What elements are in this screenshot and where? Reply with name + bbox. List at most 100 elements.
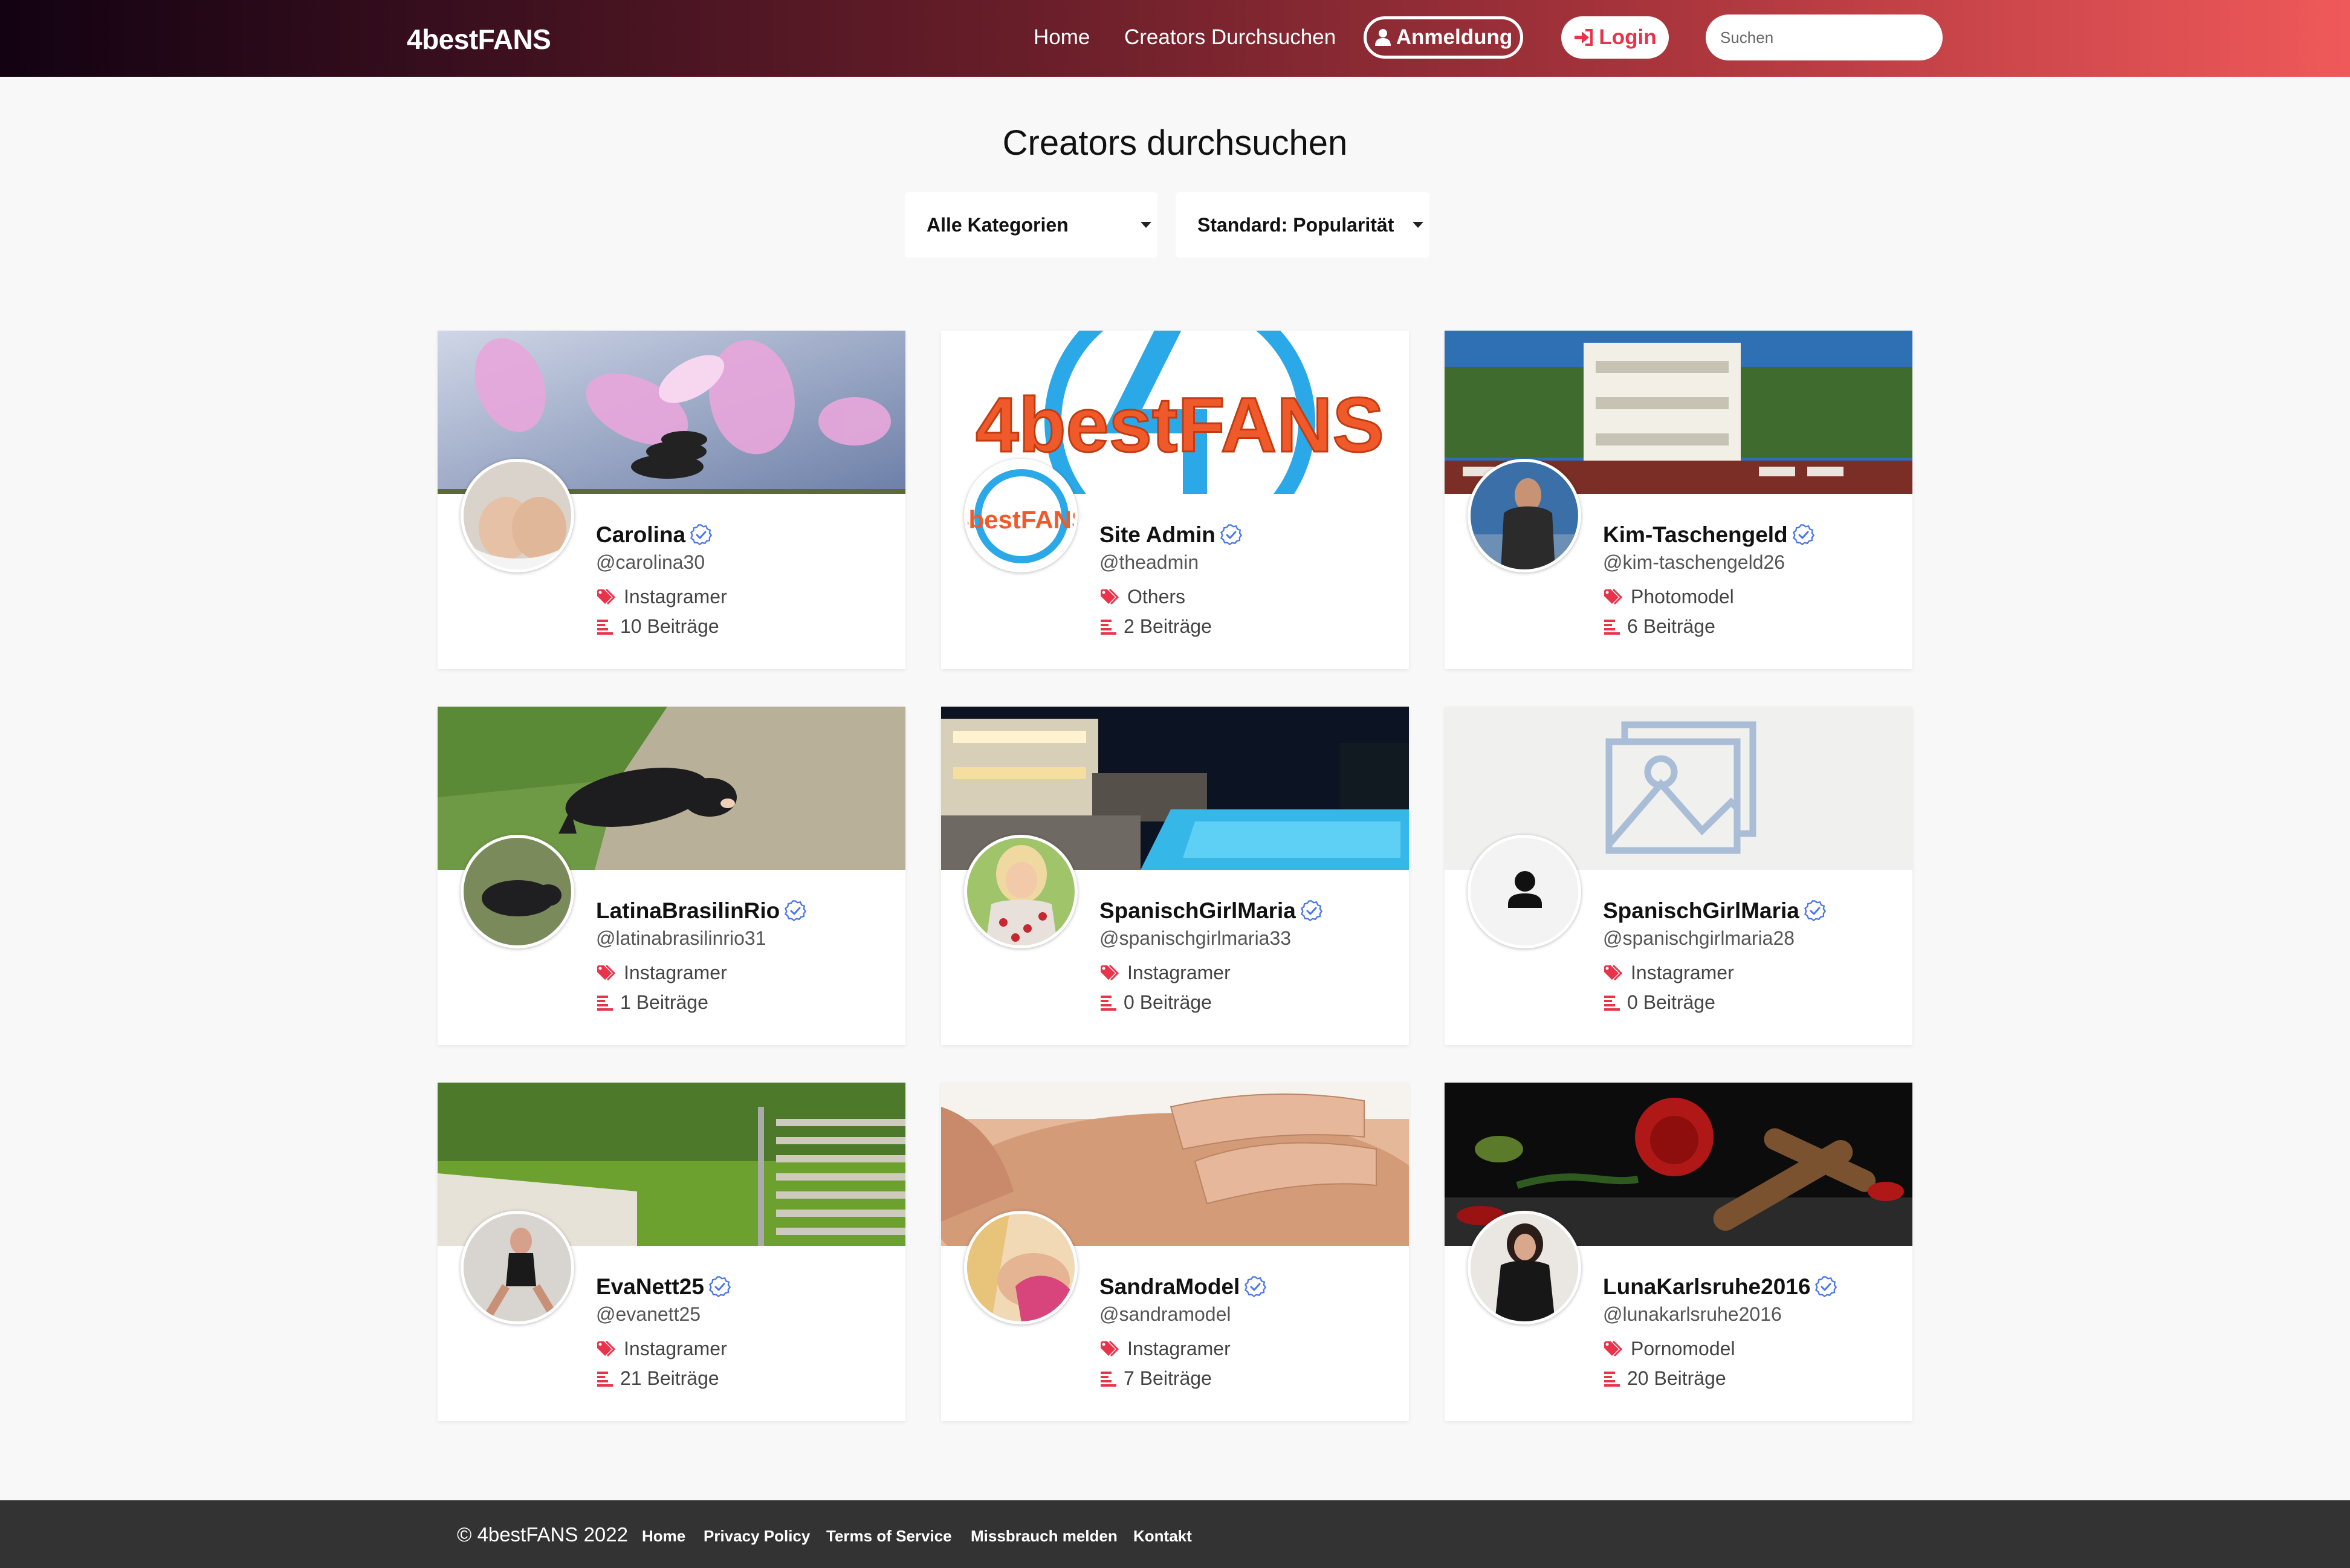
creator-name[interactable]: Site Admin (1099, 522, 1242, 548)
nav-link-browse-creators[interactable]: Creators Durchsuchen (1124, 25, 1336, 50)
verified-badge-icon (1793, 524, 1814, 546)
creator-handle: @evanett25 (596, 1303, 701, 1325)
creator-avatar[interactable] (964, 1211, 1078, 1324)
chevron-down-icon (1413, 222, 1423, 228)
creator-avatar[interactable] (1468, 1211, 1581, 1324)
creator-card[interactable]: EvaNett25 @evanett25 Instagramer 21 Beit… (438, 1083, 905, 1421)
footer-link-terms[interactable]: Terms of Service (826, 1527, 952, 1546)
creator-avatar[interactable] (1468, 835, 1581, 948)
creator-category: Pornomodel (1603, 1338, 1735, 1360)
creator-post-count: 6 Beiträge (1603, 615, 1715, 638)
creator-name[interactable]: SpanischGirlMaria (1099, 898, 1322, 924)
creator-category: Others (1099, 586, 1185, 608)
svg-text:4bestFANS: 4bestFANS (976, 382, 1384, 468)
tag-icon (596, 964, 618, 982)
creator-avatar[interactable] (461, 459, 574, 572)
creator-category-text: Instagramer (1127, 962, 1231, 983)
creator-post-count-text: 6 Beiträge (1627, 615, 1715, 637)
verified-badge-icon (1815, 1276, 1837, 1298)
creator-avatar[interactable] (461, 1211, 574, 1324)
tag-icon (596, 1340, 618, 1358)
creator-category-text: Instagramer (624, 1338, 727, 1359)
footer-link-contact[interactable]: Kontakt (1133, 1527, 1192, 1546)
creator-card[interactable]: SpanischGirlMaria @spanischgirlmaria33 I… (941, 707, 1409, 1045)
creator-name[interactable]: EvaNett25 (596, 1274, 731, 1300)
creator-category: Instagramer (596, 586, 727, 608)
creator-post-count-text: 21 Beiträge (620, 1367, 719, 1389)
footer-link-privacy-policy[interactable]: Privacy Policy (704, 1527, 810, 1546)
creator-name-text: EvaNett25 (596, 1274, 704, 1299)
creator-name[interactable]: Carolina (596, 522, 712, 548)
creator-category-text: Instagramer (624, 962, 727, 983)
creator-avatar[interactable]: 4bestFANS (964, 459, 1078, 572)
creator-post-count: 21 Beiträge (596, 1367, 719, 1390)
footer-link-report-abuse[interactable]: Missbrauch melden (971, 1527, 1118, 1546)
list-icon (1099, 994, 1118, 1012)
verified-badge-icon (1220, 524, 1242, 546)
signup-button[interactable]: Anmeldung (1364, 16, 1523, 59)
tag-icon (1099, 964, 1121, 982)
creator-card[interactable]: LatinaBrasilinRio @latinabrasilinrio31 I… (438, 707, 905, 1045)
creator-post-count-text: 2 Beiträge (1124, 615, 1212, 637)
creator-category-text: Instagramer (1127, 1338, 1231, 1359)
creator-card[interactable]: Carolina @carolina30 Instagramer 10 Beit… (438, 331, 905, 669)
brand-logo[interactable]: 4bestFANS (407, 23, 551, 56)
list-icon (596, 994, 614, 1012)
user-icon (1374, 29, 1391, 46)
list-icon (596, 618, 614, 636)
creator-name[interactable]: LunaKarlsruhe2016 (1603, 1274, 1837, 1300)
creator-category: Instagramer (1603, 962, 1734, 984)
creator-name[interactable]: SandraModel (1099, 1274, 1266, 1300)
creator-category-text: Photomodel (1631, 586, 1734, 607)
creator-card[interactable]: SandraModel @sandramodel Instagramer 7 B… (941, 1083, 1409, 1421)
verified-badge-icon (1301, 900, 1322, 922)
sign-in-icon (1575, 29, 1593, 46)
creator-category-text: Instagramer (1631, 962, 1734, 983)
category-select-value: Alle Kategorien (927, 213, 1069, 236)
creator-post-count: 0 Beiträge (1099, 991, 1212, 1014)
creator-post-count: 20 Beiträge (1603, 1367, 1726, 1390)
creator-category: Instagramer (1099, 962, 1231, 984)
search-input[interactable] (1706, 15, 1943, 60)
creator-post-count: 10 Beiträge (596, 615, 719, 638)
creator-card[interactable]: Kim-Taschengeld @kim-taschengeld26 Photo… (1445, 331, 1912, 669)
creator-card[interactable]: LunaKarlsruhe2016 @lunakarlsruhe2016 Por… (1445, 1083, 1912, 1421)
creator-handle: @kim-taschengeld26 (1603, 551, 1785, 573)
creator-category: Instagramer (1099, 1338, 1231, 1360)
creator-avatar[interactable] (1468, 459, 1581, 572)
list-icon (596, 1370, 614, 1388)
creator-category: Photomodel (1603, 586, 1734, 608)
creator-avatar[interactable] (461, 835, 574, 948)
creator-handle: @spanischgirlmaria28 (1603, 927, 1795, 949)
tag-icon (1099, 588, 1121, 606)
creator-name[interactable]: SpanischGirlMaria (1603, 898, 1826, 924)
creator-handle: @carolina30 (596, 551, 705, 573)
creator-avatar[interactable] (964, 835, 1078, 948)
creator-name[interactable]: Kim-Taschengeld (1603, 522, 1814, 548)
creator-post-count: 7 Beiträge (1099, 1367, 1212, 1390)
creator-name[interactable]: LatinaBrasilinRio (596, 898, 806, 924)
creator-post-count-text: 1 Beiträge (620, 991, 708, 1013)
creator-card[interactable]: SpanischGirlMaria @spanischgirlmaria28 I… (1445, 707, 1912, 1045)
verified-badge-icon (1245, 1276, 1266, 1298)
top-navbar: 4bestFANS Home Creators Durchsuchen Anme… (0, 0, 2350, 77)
svg-text:4bestFANS: 4bestFANS (967, 505, 1076, 534)
creator-name-text: Kim-Taschengeld (1603, 522, 1788, 547)
login-button[interactable]: Login (1561, 16, 1669, 59)
creator-name-text: SpanischGirlMaria (1603, 898, 1799, 923)
creator-handle: @latinabrasilinrio31 (596, 927, 766, 949)
creator-handle: @spanischgirlmaria33 (1099, 927, 1292, 949)
nav-link-home[interactable]: Home (1034, 25, 1090, 50)
page-title: Creators durchsuchen (1002, 123, 1348, 163)
creator-post-count-text: 20 Beiträge (1627, 1367, 1726, 1389)
creator-handle: @lunakarlsruhe2016 (1603, 1303, 1782, 1325)
sort-select[interactable]: Standard: Popularität (1176, 192, 1429, 258)
creator-name-text: Carolina (596, 522, 686, 547)
list-icon (1099, 618, 1118, 636)
creator-card[interactable]: 4bestFANS 4bestFANS Site Admin @theadmin… (941, 331, 1409, 669)
list-icon (1603, 618, 1621, 636)
creator-category-text: Pornomodel (1631, 1338, 1735, 1359)
category-select[interactable]: Alle Kategorien (905, 192, 1157, 258)
footer-link-home[interactable]: Home (642, 1527, 685, 1546)
creator-handle: @sandramodel (1099, 1303, 1231, 1325)
